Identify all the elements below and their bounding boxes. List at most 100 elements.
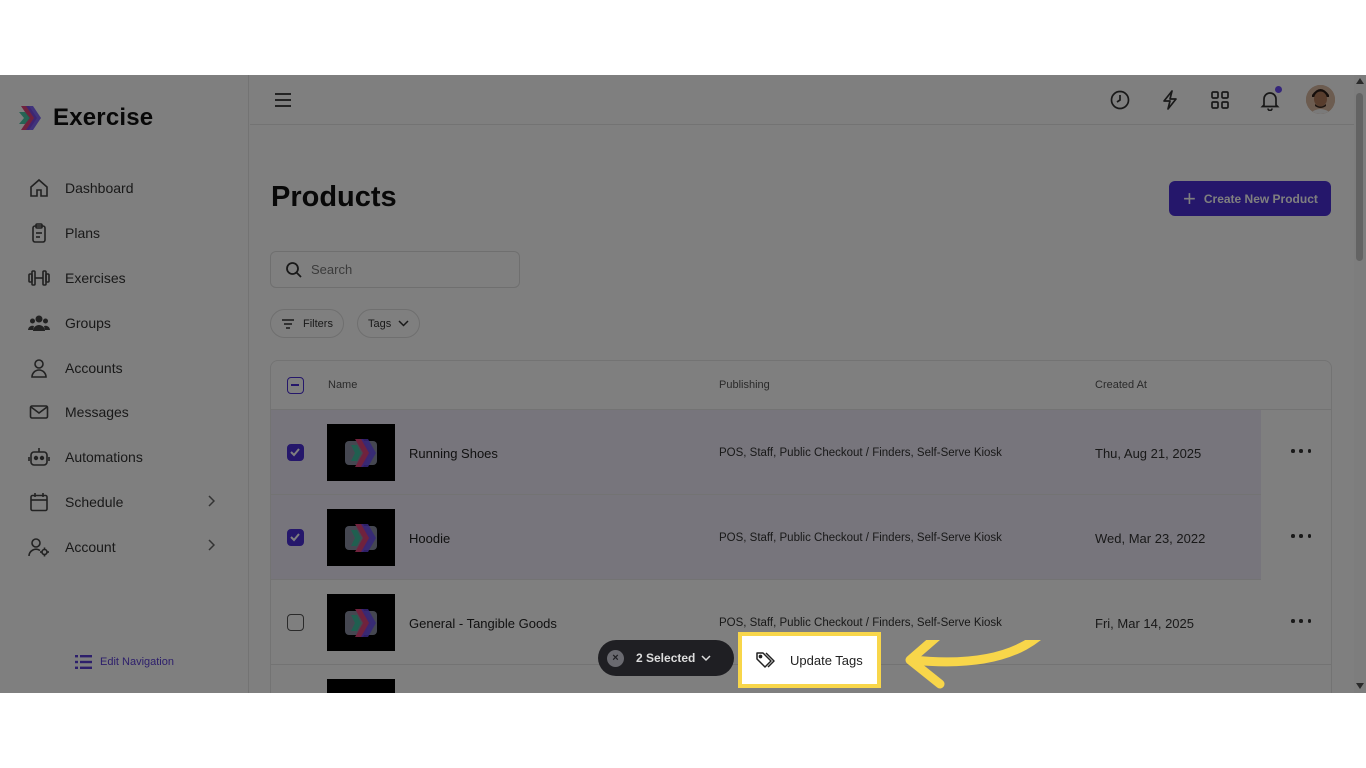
row-checkbox[interactable] [287, 529, 304, 546]
product-logo-icon [345, 523, 377, 552]
product-thumbnail [327, 594, 395, 651]
product-thumbnail [327, 679, 395, 693]
scroll-down-icon[interactable] [1356, 683, 1364, 689]
calendar-icon [28, 491, 50, 513]
scrollbar-thumb[interactable] [1356, 93, 1363, 261]
column-header-name[interactable]: Name [328, 379, 357, 391]
product-created-at: Wed, Mar 23, 2022 [1095, 531, 1206, 546]
tags-dropdown[interactable]: Tags [357, 309, 421, 338]
product-thumbnail [327, 509, 395, 566]
clock-icon[interactable] [1108, 88, 1132, 112]
sidebar-item-accounts[interactable]: Accounts [0, 345, 249, 390]
apps-grid-icon[interactable] [1208, 88, 1232, 112]
menu-icon[interactable] [272, 89, 294, 111]
column-header-created-at[interactable]: Created At [1095, 379, 1147, 391]
product-name[interactable]: General - Tangible Goods [409, 616, 557, 631]
sidebar-item-label: Dashboard [65, 180, 134, 197]
search-box [270, 251, 520, 288]
search-input[interactable] [311, 262, 501, 277]
sidebar-item-label: Accounts [65, 359, 123, 376]
check-icon [290, 448, 300, 457]
product-publishing: POS, Staff, Public Checkout / Finders, S… [719, 447, 1002, 459]
filter-icon [282, 318, 294, 329]
selection-bar[interactable]: × 2 Selected [598, 640, 734, 676]
page-title: Products [271, 181, 397, 213]
chevron-down-icon [701, 654, 711, 661]
sidebar-nav: Dashboard Plans Exercises Groups Account… [0, 166, 249, 569]
table-row[interactable]: Hoodie POS, Staff, Public Checkout / Fin… [271, 495, 1331, 580]
plus-icon: + [1183, 185, 1196, 211]
create-new-product-button[interactable]: + Create New Product [1169, 181, 1331, 216]
robot-icon [28, 446, 50, 468]
sidebar-item-groups[interactable]: Groups [0, 300, 249, 345]
lightning-icon[interactable] [1158, 88, 1182, 112]
sidebar-item-label: Plans [65, 225, 101, 242]
update-tags-button[interactable]: Update Tags [738, 632, 881, 688]
avatar[interactable] [1306, 85, 1335, 114]
sidebar-item-plans[interactable]: Plans [0, 211, 249, 256]
product-created-at: Thu, Aug 21, 2025 [1095, 446, 1202, 461]
table-row[interactable]: Running Shoes POS, Staff, Public Checkou… [271, 410, 1331, 495]
users-icon [28, 312, 50, 334]
sidebar-item-label: Schedule [65, 493, 124, 510]
column-header-publishing[interactable]: Publishing [719, 379, 770, 391]
page-scrollbar[interactable] [1354, 75, 1366, 693]
sidebar-item-account[interactable]: Account [0, 524, 249, 569]
brand-logo-icon [19, 106, 41, 130]
tags-label: Tags [368, 317, 392, 330]
user-icon [28, 357, 50, 379]
dumbbell-icon [28, 267, 50, 289]
more-options-icon[interactable] [1291, 614, 1311, 628]
product-created-at: Fri, Mar 14, 2025 [1095, 616, 1194, 631]
product-publishing: POS, Staff, Public Checkout / Finders, S… [719, 532, 1002, 544]
product-logo-icon [345, 438, 377, 467]
sidebar-item-messages[interactable]: Messages [0, 390, 249, 435]
list-icon [75, 655, 92, 669]
clipboard-icon [28, 222, 50, 244]
filters-label: Filters [303, 317, 333, 330]
brand-name: Exercise [53, 104, 154, 131]
selected-count: 2 Selected [636, 651, 696, 665]
search-icon [286, 261, 302, 278]
bell-icon[interactable] [1258, 86, 1282, 112]
update-tags-label: Update Tags [790, 652, 863, 668]
product-name[interactable]: Running Shoes [409, 446, 498, 461]
table-header: Name Publishing Created At [271, 361, 1331, 410]
app-frame: Exercise Dashboard Plans Exercises Group… [0, 75, 1366, 693]
create-button-label: Create New Product [1203, 191, 1318, 206]
sidebar-item-exercises[interactable]: Exercises [0, 256, 249, 301]
scroll-up-icon[interactable] [1356, 78, 1364, 84]
home-icon [28, 177, 50, 199]
sidebar-item-automations[interactable]: Automations [0, 435, 249, 480]
sidebar-item-label: Exercises [65, 269, 126, 286]
sidebar-item-label: Account [65, 538, 116, 555]
chevron-down-icon [398, 320, 409, 327]
sidebar-item-label: Groups [65, 314, 111, 331]
chevron-right-icon [208, 539, 215, 551]
sidebar-item-label: Automations [65, 449, 143, 466]
brand[interactable]: Exercise [17, 103, 153, 133]
mail-icon [28, 401, 50, 423]
row-checkbox[interactable] [287, 614, 304, 631]
tag-icon [756, 652, 775, 668]
chevron-right-icon [208, 495, 215, 507]
product-publishing: POS, Staff, Public Checkout / Finders, S… [719, 617, 1002, 629]
product-logo-icon [345, 608, 377, 637]
clear-selection-icon[interactable]: × [607, 649, 624, 667]
product-thumbnail [327, 424, 395, 481]
select-all-checkbox[interactable] [287, 377, 304, 394]
product-name[interactable]: Hoodie [409, 531, 450, 546]
sidebar-item-dashboard[interactable]: Dashboard [0, 166, 249, 211]
more-options-icon[interactable] [1291, 529, 1311, 543]
indeterminate-mark [291, 384, 299, 386]
edit-navigation-link[interactable]: Edit Navigation [75, 655, 174, 669]
check-icon [290, 533, 300, 542]
notification-dot [1275, 86, 1282, 93]
more-options-icon[interactable] [1291, 444, 1311, 458]
topbar [250, 75, 1354, 125]
edit-navigation-label: Edit Navigation [100, 656, 174, 668]
filters-button[interactable]: Filters [270, 309, 344, 338]
sidebar: Exercise Dashboard Plans Exercises Group… [0, 75, 249, 693]
row-checkbox[interactable] [287, 444, 304, 461]
sidebar-item-schedule[interactable]: Schedule [0, 480, 249, 525]
